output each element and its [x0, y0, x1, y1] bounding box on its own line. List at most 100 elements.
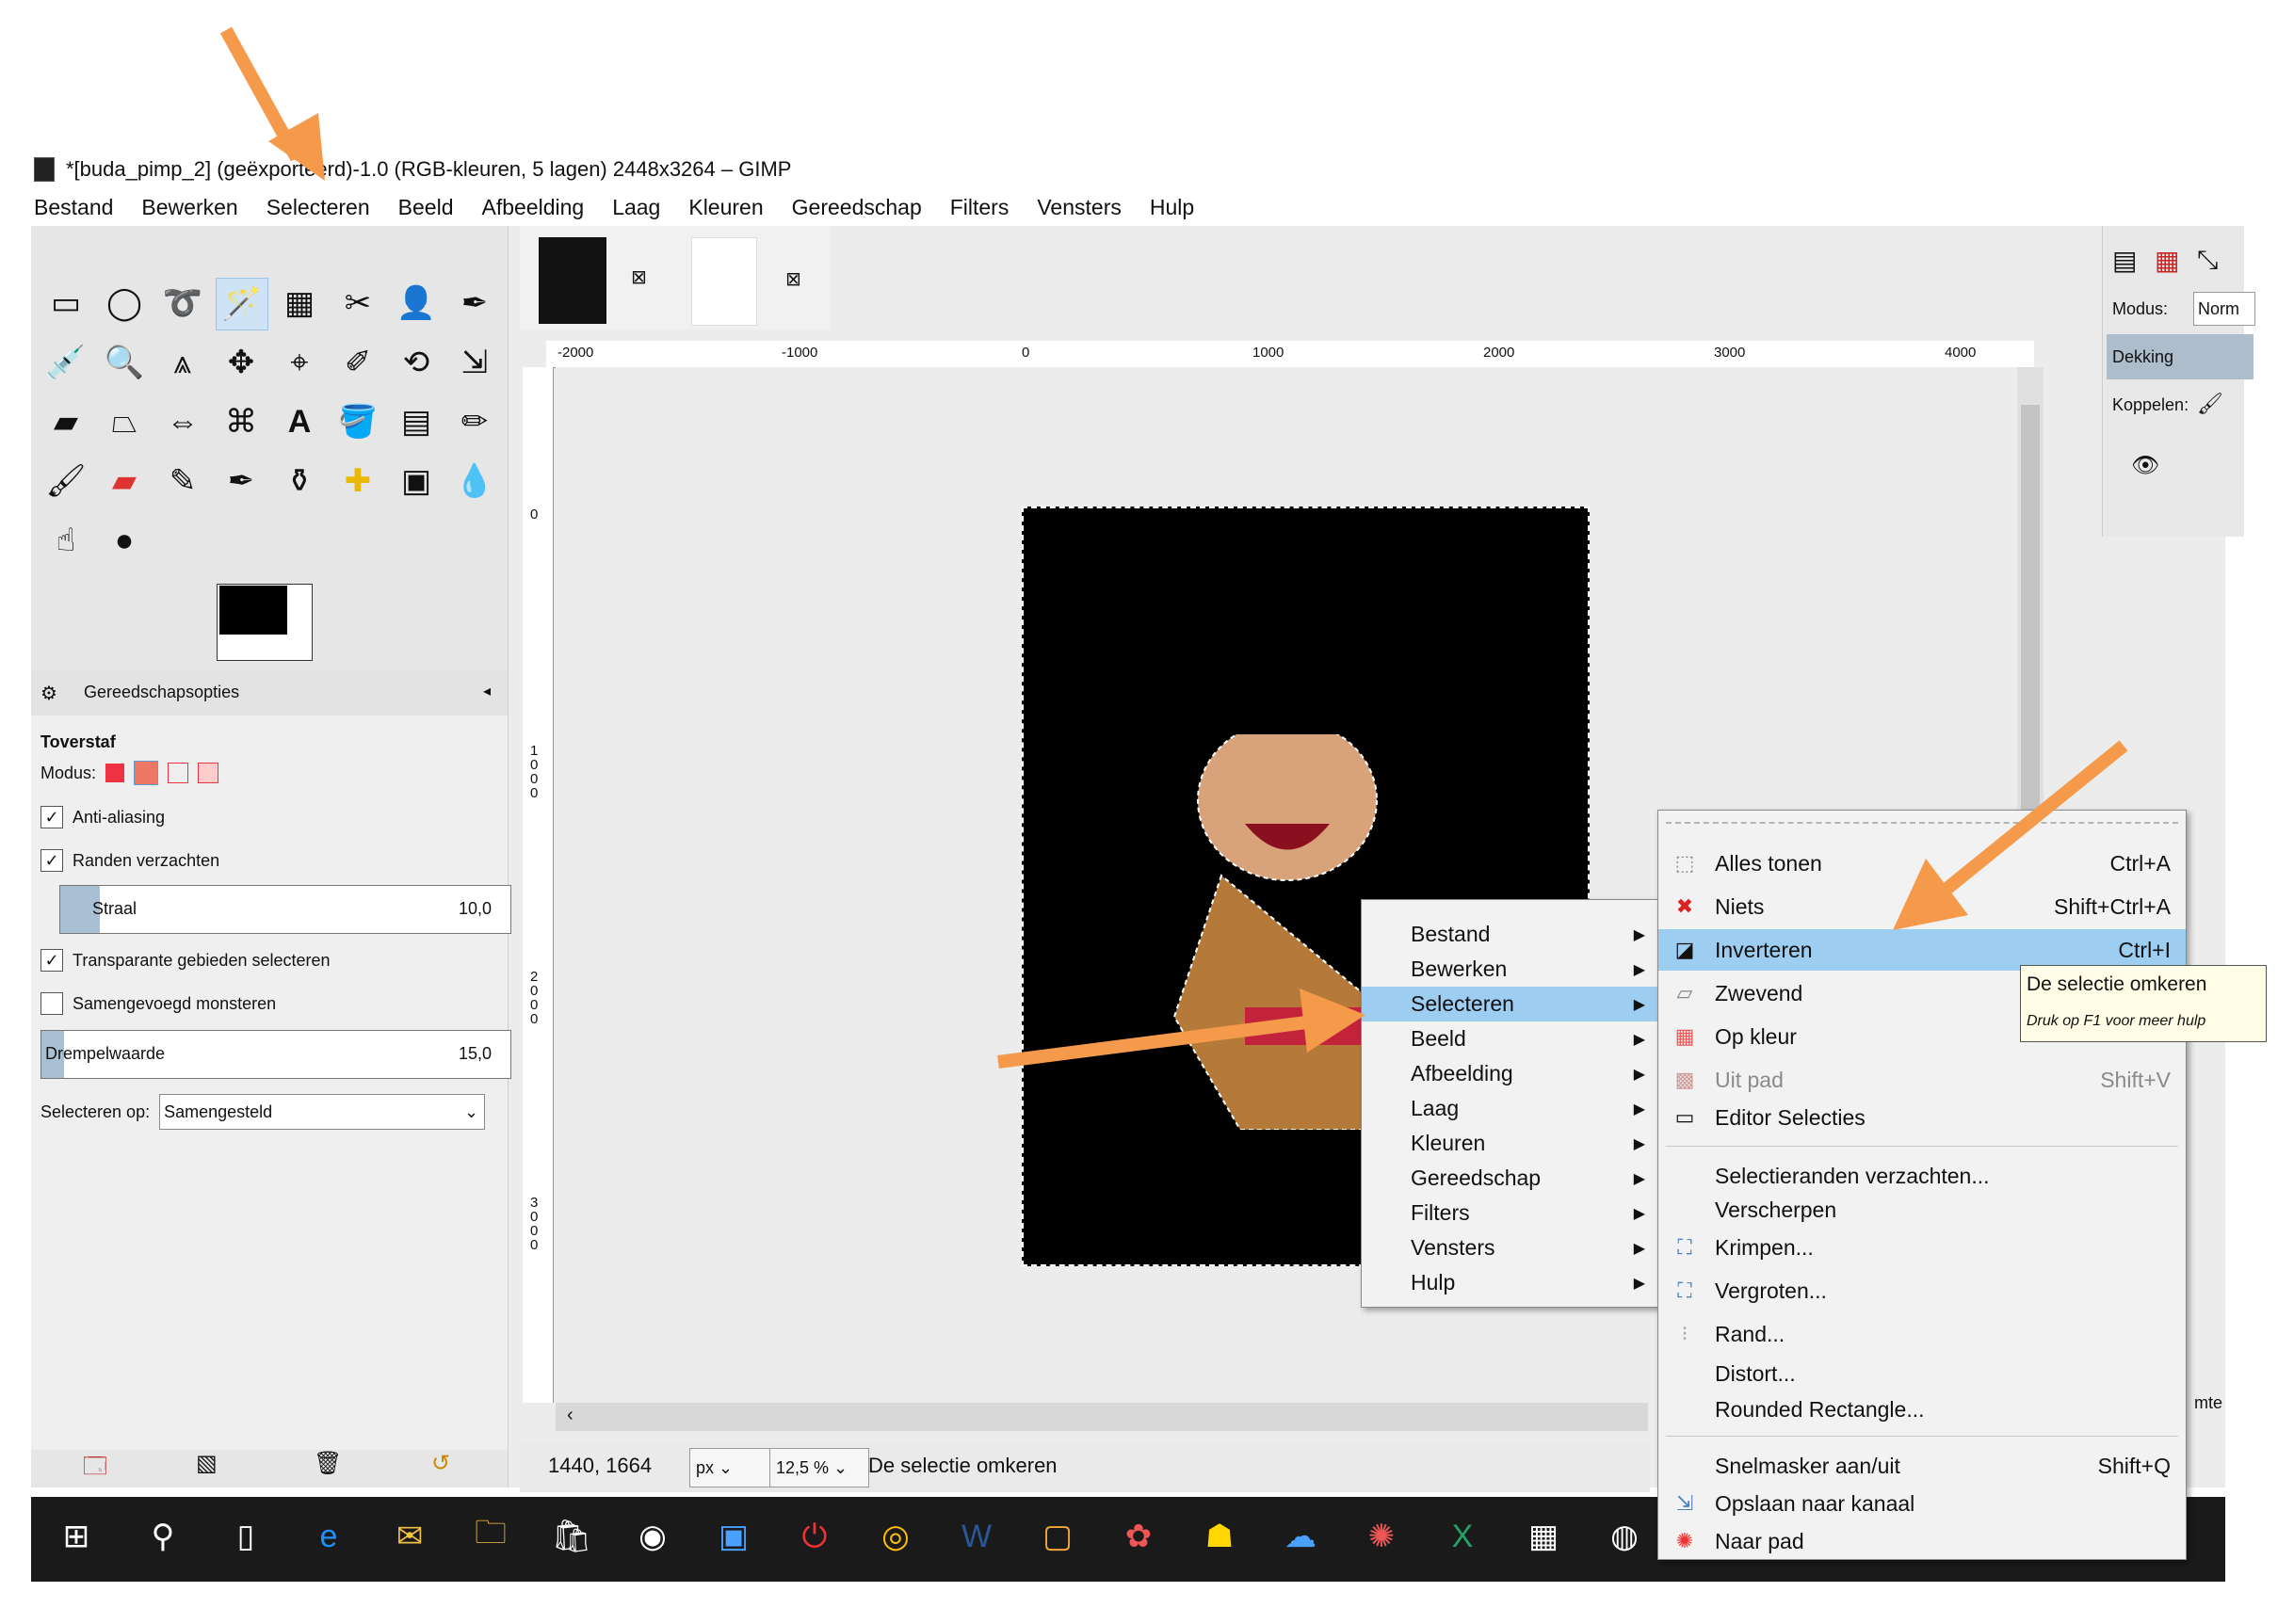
ink-icon[interactable]: ✒ [216, 456, 267, 506]
onedrive-icon[interactable]: ☁ [1274, 1510, 1327, 1563]
paths-tab-icon[interactable]: ⤡ [2197, 245, 2218, 276]
submenu-item-alles-tonen[interactable]: ⬚ Alles tonen Ctrl+A [1658, 843, 2186, 884]
paintbrush-icon[interactable]: 🖌 [40, 456, 91, 506]
scroll-left-icon[interactable]: ‹ [567, 1405, 574, 1426]
unit-dropdown[interactable]: px ⌄ [689, 1448, 770, 1487]
submenu-item-naar-pad[interactable]: ✺ Naar pad [1658, 1520, 2186, 1562]
menu-laag[interactable]: Laag [612, 195, 660, 220]
threshold-spinner[interactable]: Drempelwaarde 15,0 [40, 1030, 511, 1079]
measure-icon[interactable]: ⩓ [157, 337, 208, 388]
bucket-fill-icon[interactable]: 🪣 [332, 396, 383, 447]
menu-hulp[interactable]: Hulp [1150, 195, 1194, 220]
radius-spinner[interactable]: Straal 10,0 [59, 885, 511, 934]
menu-kleuren[interactable]: Kleuren [688, 195, 763, 220]
menu-filters[interactable]: Filters [950, 195, 1010, 220]
cage-transform-icon[interactable]: ⌘ [216, 396, 267, 447]
tearoff-line[interactable] [1666, 822, 2178, 824]
close-tab-icon[interactable]: ⊠ [785, 267, 801, 291]
mode-replace-icon[interactable] [105, 764, 125, 782]
visibility-eye-icon[interactable]: 👁 [2131, 452, 2159, 479]
context-item-bestand[interactable]: Bestand ▶ [1362, 917, 1658, 952]
reset-options-icon[interactable]: ↺ [431, 1450, 450, 1477]
app-icon[interactable]: ◉ [626, 1510, 679, 1563]
context-item-hulp[interactable]: Hulp ▶ [1362, 1265, 1658, 1300]
channels-icon[interactable]: ▦ [2155, 245, 2179, 276]
edge-browser-icon[interactable]: e [302, 1510, 355, 1563]
dodge-burn-icon[interactable]: ● [99, 515, 150, 566]
submenu-item-opslaan-kanaal[interactable]: ⇲ Opslaan naar kanaal [1658, 1483, 2186, 1524]
submenu-item-niets[interactable]: ✖ Niets Shift+Ctrl+A [1658, 886, 2186, 927]
heal-icon[interactable]: ✚ [332, 456, 383, 506]
excel-icon[interactable]: X [1436, 1510, 1489, 1563]
submenu-item-verscherpen[interactable]: Verscherpen [1658, 1189, 2186, 1230]
scrollbar-thumb[interactable] [2021, 405, 2040, 857]
zoom-dropdown[interactable]: 12,5 % ⌄ [769, 1448, 869, 1487]
delete-options-icon[interactable]: 🗑 [314, 1450, 342, 1477]
app-icon[interactable]: ✺ [1355, 1510, 1408, 1563]
rect-select-icon[interactable]: ▭ [40, 278, 91, 329]
context-item-filters[interactable]: Filters ▶ [1362, 1196, 1658, 1230]
submenu-item-rounded-rectangle[interactable]: Rounded Rectangle... [1658, 1389, 2186, 1430]
transparent-checkbox[interactable]: ✓ [40, 949, 63, 972]
mode-intersect-icon[interactable] [198, 763, 219, 783]
menu-afbeelding[interactable]: Afbeelding [481, 195, 584, 220]
mode-subtract-icon[interactable] [168, 763, 189, 783]
blur-icon[interactable]: 💧 [449, 456, 500, 506]
context-item-gereedschap[interactable]: Gereedschap ▶ [1362, 1161, 1658, 1196]
submenu-item-editor-selecties[interactable]: ▭ Editor Selecties [1658, 1097, 2186, 1138]
windows-start-icon[interactable]: ⊞ [50, 1510, 103, 1563]
select-by-color-icon[interactable]: ▦ [274, 278, 325, 329]
submenu-item-vergroten[interactable]: ⛶ Vergroten... [1658, 1270, 2186, 1311]
rotate-icon[interactable]: ⟲ [391, 337, 442, 388]
context-item-selecteren[interactable]: Selecteren ▶ [1362, 987, 1658, 1021]
scissors-icon[interactable]: ✂ [332, 278, 383, 329]
menu-bewerken[interactable]: Bewerken [141, 195, 237, 220]
context-item-beeld[interactable]: Beeld ▶ [1362, 1021, 1658, 1056]
app-icon[interactable]: ◍ [1598, 1510, 1651, 1563]
mail-icon[interactable]: ✉ [383, 1510, 436, 1563]
save-options-icon[interactable]: 🗔 [83, 1450, 107, 1488]
scale-icon[interactable]: ⇲ [449, 337, 500, 388]
file-explorer-icon[interactable]: 🗀 [464, 1510, 517, 1563]
task-view-icon[interactable]: ▯ [219, 1510, 272, 1563]
app-icon[interactable]: ▣ [707, 1510, 760, 1563]
power-icon[interactable]: ⏻ [788, 1510, 841, 1563]
smudge-icon[interactable]: ☝ [40, 515, 91, 566]
pencil-icon[interactable]: ✏ [449, 396, 500, 447]
context-item-vensters[interactable]: Vensters ▶ [1362, 1230, 1658, 1265]
antialiasing-checkbox[interactable]: ✓ [40, 806, 63, 828]
move-icon[interactable]: ✥ [216, 337, 267, 388]
text-tool-icon[interactable]: A [274, 396, 325, 447]
lasso-icon[interactable]: ➰ [157, 278, 208, 329]
menu-beeld[interactable]: Beeld [398, 195, 454, 220]
perspective-clone-icon[interactable]: ▣ [391, 456, 442, 506]
magic-wand-icon[interactable]: 🪄 [216, 278, 268, 330]
lock-brush-icon[interactable]: 🖌 [2197, 392, 2223, 416]
select-by-dropdown[interactable]: Samengesteld ⌄ [159, 1094, 486, 1130]
close-tab-icon[interactable]: ⊠ [631, 265, 647, 289]
feather-checkbox[interactable]: ✓ [40, 849, 63, 872]
panel-menu-icon[interactable]: ◂ [483, 682, 491, 700]
context-item-bewerken[interactable]: Bewerken ▶ [1362, 952, 1658, 987]
paths-icon[interactable]: ✒ [449, 278, 500, 329]
flip-icon[interactable]: ⇔ [157, 396, 208, 447]
ellipse-select-icon[interactable]: ◯ [99, 278, 150, 329]
store-icon[interactable]: 🛍 [545, 1510, 598, 1563]
photos-icon[interactable]: ✿ [1112, 1510, 1165, 1563]
context-item-kleuren[interactable]: Kleuren ▶ [1362, 1126, 1658, 1161]
app-icon[interactable]: ▦ [1517, 1510, 1570, 1563]
context-item-afbeelding[interactable]: Afbeelding ▶ [1362, 1056, 1658, 1091]
submenu-item-snelmasker[interactable]: Snelmasker aan/uit Shift+Q [1658, 1445, 2186, 1487]
word-icon[interactable]: W [950, 1510, 1003, 1563]
airbrush-icon[interactable]: ✎ [157, 456, 208, 506]
menu-gereedschap[interactable]: Gereedschap [792, 195, 922, 220]
opacity-slider[interactable]: Dekking [2107, 334, 2254, 379]
foreground-color-swatch[interactable] [219, 586, 287, 635]
image-thumbnail-buda[interactable] [539, 237, 606, 324]
menu-bestand[interactable]: Bestand [34, 195, 113, 220]
chrome-icon[interactable]: ◎ [869, 1510, 922, 1563]
sample-merged-checkbox[interactable] [40, 992, 63, 1015]
perspective-icon[interactable]: ⏢ [99, 396, 150, 447]
context-item-laag[interactable]: Laag ▶ [1362, 1091, 1658, 1126]
gradient-icon[interactable]: ▤ [391, 396, 442, 447]
